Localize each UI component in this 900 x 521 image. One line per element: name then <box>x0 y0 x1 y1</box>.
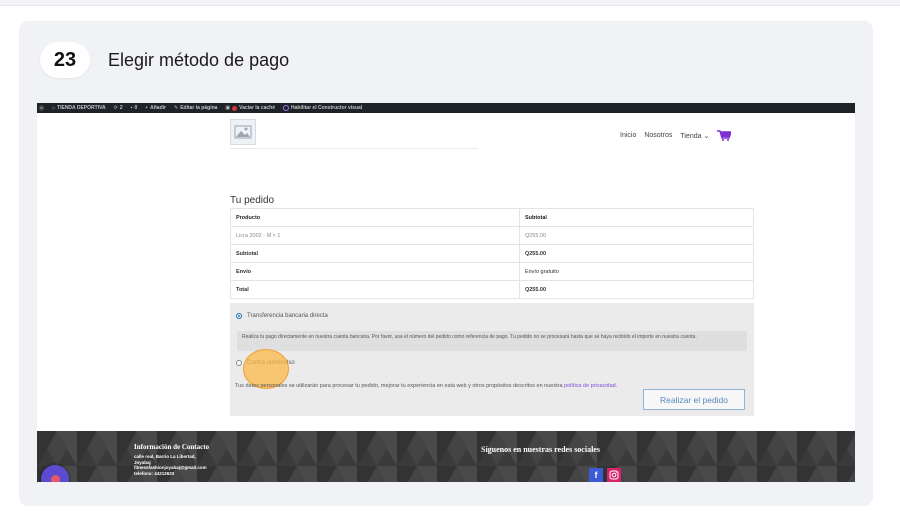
admin-visual-builder[interactable]: Habilitar el Constructor visual <box>283 105 362 111</box>
table-row: Total Q255.00 <box>230 280 755 299</box>
table-row: Licra 2002 - M × 1 Q255.00 <box>230 226 755 245</box>
nav-inicio[interactable]: Inicio <box>620 132 636 139</box>
header-producto: Producto <box>230 208 520 227</box>
radio-cash-on-delivery[interactable] <box>236 360 242 366</box>
site-logo[interactable] <box>230 119 256 145</box>
admin-comments[interactable]: ▪ 0 <box>131 105 138 111</box>
contact-title: Información de Contacto <box>134 443 210 451</box>
privacy-notice: Tus datos personales se utilizarán para … <box>235 383 618 389</box>
total-value: Q255.00 <box>518 280 755 299</box>
admin-updates[interactable]: ⟳ 2 <box>114 105 123 111</box>
subtotal-value: Q255.00 <box>518 244 755 263</box>
top-edge <box>0 0 900 6</box>
footer-contact: Información de Contacto calle real, Barr… <box>134 443 209 476</box>
bank-transfer-label[interactable]: Transferencia bancaria directa <box>247 313 328 319</box>
payment-methods: Transferencia bancaria directa Realiza t… <box>230 303 754 416</box>
cart-icon[interactable] <box>717 130 732 141</box>
table-row: Envío Envío gratuito <box>230 262 755 281</box>
nav-tienda[interactable]: Tienda ⌄ <box>680 132 709 140</box>
place-order-button[interactable]: Realizar el pedido <box>643 389 745 410</box>
step-card: 23 Elegir método de pago Ⓦ ⌂ TIENDA DEPO… <box>19 21 873 506</box>
product-name: Licra 2002 - M × 1 <box>230 226 520 245</box>
step-title: Elegir método de pago <box>108 50 290 70</box>
order-title: Tu pedido <box>230 195 275 206</box>
product-subtotal: Q255.00 <box>518 226 755 245</box>
screenshot-frame: Ⓦ ⌂ TIENDA DEPORTIVA ⟳ 2 ▪ 0 + Añadir ✎ … <box>37 103 855 482</box>
wp-logo-icon[interactable]: Ⓦ <box>39 105 44 112</box>
social-title: Síguenos en nuestras redes sociales <box>481 445 600 454</box>
main-nav: Inicio Nosotros Tienda ⌄ <box>620 130 732 141</box>
admin-site-name[interactable]: ⌂ TIENDA DEPORTIVA <box>52 105 106 111</box>
site-footer: Información de Contacto calle real, Barr… <box>37 431 855 482</box>
wp-admin-bar: Ⓦ ⌂ TIENDA DEPORTIVA ⟳ 2 ▪ 0 + Añadir ✎ … <box>37 103 855 113</box>
admin-new[interactable]: + Añadir <box>145 105 166 111</box>
order-table: Producto Subtotal Licra 2002 - M × 1 Q25… <box>230 208 755 299</box>
nav-nosotros[interactable]: Nosotros <box>644 132 672 139</box>
chat-icon <box>50 474 60 482</box>
header-subtotal: Subtotal <box>518 208 755 227</box>
table-row: Subtotal Q255.00 <box>230 244 755 263</box>
contact-phone: telefono: 44212633 <box>134 470 175 476</box>
facebook-icon[interactable]: f <box>589 468 603 482</box>
instagram-icon[interactable] <box>607 468 621 482</box>
header-divider <box>230 148 478 149</box>
total-label: Total <box>230 280 520 299</box>
status-dot-icon <box>232 105 238 111</box>
subtotal-label: Subtotal <box>230 244 520 263</box>
image-placeholder-icon <box>234 125 252 139</box>
bank-transfer-description: Realiza tu pago directamente en nuestra … <box>237 331 747 351</box>
admin-edit-page[interactable]: ✎ Editar la página <box>174 105 217 111</box>
step-number: 23 <box>40 42 90 78</box>
builder-icon <box>283 105 290 111</box>
shipping-label: Envío <box>230 262 520 281</box>
radio-bank-transfer[interactable] <box>236 313 242 319</box>
privacy-policy-link[interactable]: política de privacidad. <box>564 383 617 389</box>
contact-email: fitnessfashionjoyabaj@gmail.com <box>134 465 207 470</box>
table-header-row: Producto Subtotal <box>230 208 755 227</box>
admin-purge-cache[interactable]: ▣ Vaciar la caché <box>225 105 275 111</box>
shipping-value: Envío gratuito <box>518 262 755 281</box>
